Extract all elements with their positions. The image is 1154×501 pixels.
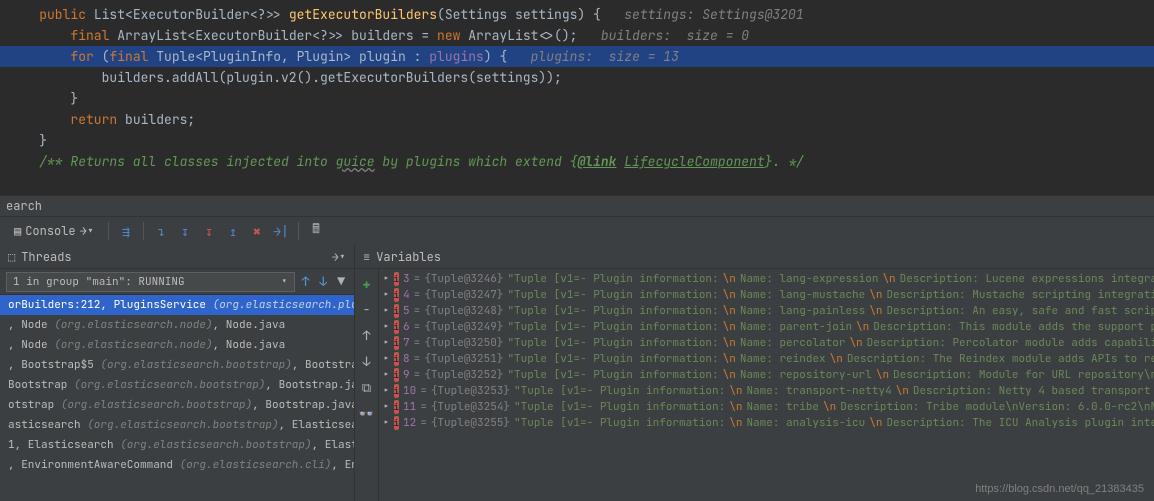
- code-line[interactable]: /** Returns all classes injected into gu…: [0, 151, 1154, 172]
- move-down-icon[interactable]: ↓: [357, 351, 377, 371]
- variables-pane: ≡ Variables ✚ − ↑ ↓ ⧉ 👓 ▸i3 = {Tuple@324…: [355, 245, 1154, 501]
- thread-dropdown[interactable]: 1 in group "main": RUNNING ▾: [6, 272, 295, 292]
- watermark: https://blog.csdn.net/qq_21383435: [975, 483, 1144, 495]
- variables-tree[interactable]: ▸i3 = {Tuple@3246} "Tuple [v1=- Plugin i…: [379, 269, 1154, 501]
- chevron-down-icon: ▾: [281, 275, 288, 289]
- force-step-into-icon[interactable]: ↧: [198, 220, 220, 242]
- stack-frame[interactable]: , Node (org.elasticsearch.node), Node.ja…: [0, 315, 354, 335]
- variables-title: Variables: [376, 249, 441, 265]
- array-index-icon: i: [394, 384, 399, 398]
- frames-list[interactable]: orBuilders:212, PluginsService (org.elas…: [0, 295, 354, 501]
- stack-frame[interactable]: , EnvironmentAwareCommand (org.elasticse…: [0, 455, 354, 475]
- debug-panels: ⬚ Threads →▾ 1 in group "main": RUNNING …: [0, 245, 1154, 501]
- variables-header: ≡ Variables: [355, 245, 1154, 269]
- inlay-hint: settings: Settings@3201: [624, 6, 803, 23]
- stack-frame[interactable]: Bootstrap (org.elasticsearch.bootstrap),…: [0, 375, 354, 395]
- search-tab-label: earch: [6, 198, 42, 214]
- console-icon: ▤: [14, 223, 21, 239]
- separator: [298, 222, 299, 240]
- inlay-hint: plugins: size = 13: [531, 48, 679, 65]
- prev-frame-icon[interactable]: ↑: [299, 273, 313, 290]
- expand-arrow-icon[interactable]: ▸: [383, 352, 390, 366]
- filter-icon[interactable]: ▼: [334, 273, 348, 290]
- array-index-icon: i: [394, 288, 399, 302]
- pin-icon[interactable]: →▾: [332, 249, 346, 265]
- variables-toolbar: ✚ − ↑ ↓ ⧉ 👓: [355, 269, 379, 501]
- array-index-icon: i: [394, 336, 399, 350]
- expand-arrow-icon[interactable]: ▸: [383, 368, 390, 382]
- expand-arrow-icon[interactable]: ▸: [383, 304, 390, 318]
- variable-row[interactable]: ▸i8 = {Tuple@3251} "Tuple [v1=- Plugin i…: [379, 351, 1154, 367]
- console-tab[interactable]: ▤ Console →▾: [6, 221, 102, 241]
- expand-arrow-icon[interactable]: ▸: [383, 400, 390, 414]
- show-watches-icon[interactable]: 👓: [357, 403, 377, 423]
- search-panel-tab[interactable]: earch: [0, 195, 1154, 217]
- variable-row[interactable]: ▸i5 = {Tuple@3248} "Tuple [v1=- Plugin i…: [379, 303, 1154, 319]
- remove-watch-icon[interactable]: −: [357, 299, 377, 319]
- step-out-icon[interactable]: ↥: [222, 220, 244, 242]
- separator: [108, 222, 109, 240]
- drop-frame-icon[interactable]: ✖: [246, 220, 268, 242]
- array-index-icon: i: [394, 416, 399, 430]
- move-up-icon[interactable]: ↑: [357, 325, 377, 345]
- evaluate-expression-icon[interactable]: 🖩: [305, 220, 327, 242]
- variable-row[interactable]: ▸i4 = {Tuple@3247} "Tuple [v1=- Plugin i…: [379, 287, 1154, 303]
- threads-icon: ⬚: [8, 249, 15, 265]
- thread-selector-row: 1 in group "main": RUNNING ▾ ↑ ↓ ▼: [0, 269, 354, 295]
- expand-arrow-icon[interactable]: ▸: [383, 416, 390, 430]
- expand-arrow-icon[interactable]: ▸: [383, 384, 390, 398]
- stack-frame[interactable]: asticsearch (org.elasticsearch.bootstrap…: [0, 415, 354, 435]
- console-tab-label: Console: [25, 223, 75, 239]
- code-line[interactable]: }: [0, 130, 1154, 151]
- stack-frame[interactable]: orBuilders:212, PluginsService (org.elas…: [0, 295, 354, 315]
- code-line[interactable]: final ArrayList<ExecutorBuilder<?>> buil…: [0, 25, 1154, 46]
- variable-row[interactable]: ▸i11 = {Tuple@3254} "Tuple [v1=- Plugin …: [379, 399, 1154, 415]
- run-to-cursor-icon[interactable]: →|: [270, 220, 292, 242]
- step-over-icon[interactable]: ↴: [150, 220, 172, 242]
- expand-arrow-icon[interactable]: ▸: [383, 288, 390, 302]
- code-line[interactable]: builders.addAll(plugin.v2().getExecutorB…: [0, 67, 1154, 88]
- array-index-icon: i: [394, 400, 399, 414]
- stack-trace-icon[interactable]: ⇶: [115, 220, 137, 242]
- array-index-icon: i: [394, 320, 399, 334]
- code-line-current[interactable]: for (final Tuple<PluginInfo, Plugin> plu…: [0, 46, 1154, 67]
- stack-frame[interactable]: , Node (org.elasticsearch.node), Node.ja…: [0, 335, 354, 355]
- expand-arrow-icon[interactable]: ▸: [383, 320, 390, 334]
- thread-dropdown-label: 1 in group "main": RUNNING: [13, 275, 185, 289]
- stack-frame[interactable]: , Bootstrap$5 (org.elasticsearch.bootstr…: [0, 355, 354, 375]
- expand-arrow-icon[interactable]: ▸: [383, 272, 390, 286]
- variable-row[interactable]: ▸i3 = {Tuple@3246} "Tuple [v1=- Plugin i…: [379, 271, 1154, 287]
- stack-frame[interactable]: 1, Elasticsearch (org.elasticsearch.boot…: [0, 435, 354, 455]
- variable-row[interactable]: ▸i7 = {Tuple@3250} "Tuple [v1=- Plugin i…: [379, 335, 1154, 351]
- stack-frame[interactable]: otstrap (org.elasticsearch.bootstrap), B…: [0, 395, 354, 415]
- add-watch-icon[interactable]: ✚: [357, 273, 377, 293]
- code-line[interactable]: }: [0, 88, 1154, 109]
- array-index-icon: i: [394, 272, 399, 286]
- tab-menu-icon[interactable]: →▾: [80, 223, 94, 239]
- separator: [143, 222, 144, 240]
- variable-row[interactable]: ▸i9 = {Tuple@3252} "Tuple [v1=- Plugin i…: [379, 367, 1154, 383]
- copy-icon[interactable]: ⧉: [357, 377, 377, 397]
- inlay-hint: builders: size = 0: [601, 27, 749, 44]
- code-line[interactable]: return builders;: [0, 109, 1154, 130]
- threads-header: ⬚ Threads →▾: [0, 245, 354, 269]
- step-into-icon[interactable]: ↧: [174, 220, 196, 242]
- variable-row[interactable]: ▸i10 = {Tuple@3253} "Tuple [v1=- Plugin …: [379, 383, 1154, 399]
- array-index-icon: i: [394, 352, 399, 366]
- variables-icon: ≡: [363, 249, 370, 265]
- code-editor[interactable]: public List<ExecutorBuilder<?>> getExecu…: [0, 0, 1154, 195]
- expand-arrow-icon[interactable]: ▸: [383, 336, 390, 350]
- code-line[interactable]: public List<ExecutorBuilder<?>> getExecu…: [0, 4, 1154, 25]
- variable-row[interactable]: ▸i12 = {Tuple@3255} "Tuple [v1=- Plugin …: [379, 415, 1154, 431]
- threads-title: Threads: [21, 249, 71, 265]
- threads-pane: ⬚ Threads →▾ 1 in group "main": RUNNING …: [0, 245, 355, 501]
- array-index-icon: i: [394, 304, 399, 318]
- variable-row[interactable]: ▸i6 = {Tuple@3249} "Tuple [v1=- Plugin i…: [379, 319, 1154, 335]
- debug-toolbar: ▤ Console →▾ ⇶ ↴ ↧ ↧ ↥ ✖ →| 🖩: [0, 217, 1154, 245]
- array-index-icon: i: [394, 368, 399, 382]
- next-frame-icon[interactable]: ↓: [316, 273, 330, 290]
